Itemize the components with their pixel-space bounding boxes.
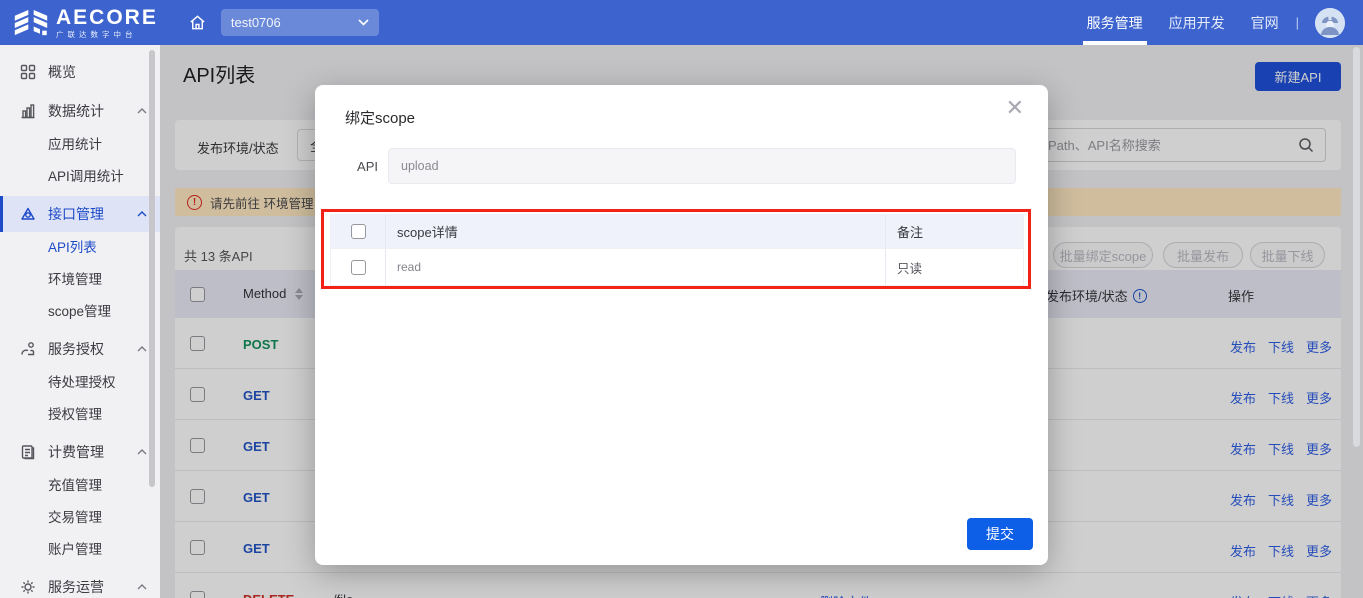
sidebar-item-api-call-stats[interactable]: API调用统计	[0, 161, 160, 193]
sidebar-item-auth-management[interactable]: 授权管理	[0, 399, 160, 431]
chevron-up-icon[interactable]	[137, 108, 147, 114]
sidebar-item-label: 数据统计	[48, 101, 104, 121]
api-field-label: API	[335, 159, 378, 174]
sidebar-item-scope-management[interactable]: scope管理	[0, 296, 160, 328]
avatar[interactable]	[1315, 8, 1345, 38]
nav-service-management[interactable]: 服务管理	[1074, 0, 1156, 45]
sidebar-item-service-auth[interactable]: 服务授权	[0, 331, 160, 367]
home-icon[interactable]	[188, 13, 207, 32]
workspace-select[interactable]: test0706	[221, 9, 379, 36]
chevron-down-icon	[358, 19, 369, 26]
chevron-up-icon[interactable]	[137, 211, 147, 217]
sidebar-item-env-management[interactable]: 环境管理	[0, 264, 160, 296]
api-field[interactable]	[388, 148, 1016, 184]
chevron-up-icon[interactable]	[137, 346, 147, 352]
top-header: AECORE 广联达数字中台 test0706 服务管理 应用开发 官网 |	[0, 0, 1363, 45]
brand-logo: AECORE 广联达数字中台	[13, 7, 158, 39]
scope-detail-cell: read	[386, 249, 886, 285]
sidebar-item-label: 接口管理	[48, 204, 104, 224]
scope-row-checkbox[interactable]	[351, 260, 366, 275]
content-scrollbar[interactable]	[1353, 47, 1360, 447]
service-auth-icon	[20, 341, 37, 358]
sidebar-item-service-ops[interactable]: 服务运营	[0, 569, 160, 598]
scope-table-header: scope详情 备注	[331, 215, 1023, 248]
logo-text: AECORE	[56, 7, 158, 28]
nav-divider: |	[1296, 15, 1299, 30]
chevron-up-icon[interactable]	[137, 449, 147, 455]
sidebar-item-label: 服务授权	[48, 339, 104, 359]
note-cell: 只读	[886, 249, 1023, 285]
workspace-select-value: test0706	[231, 15, 281, 30]
sidebar-item-label: 计费管理	[48, 442, 104, 462]
sidebar-item-label: 概览	[48, 62, 76, 82]
nav-official-site[interactable]: 官网	[1238, 0, 1292, 45]
header-nav: 服务管理 应用开发 官网 |	[1074, 0, 1351, 45]
sidebar-item-transactions[interactable]: 交易管理	[0, 502, 160, 534]
sidebar-item-overview[interactable]: 概览	[0, 54, 160, 90]
scope-table: scope详情 备注 read 只读	[330, 214, 1024, 286]
overview-icon	[20, 64, 37, 81]
submit-button[interactable]: 提交	[967, 518, 1033, 550]
column-header-scope-detail: scope详情	[386, 215, 886, 248]
sidebar-item-api-management[interactable]: 接口管理	[0, 196, 160, 232]
service-ops-icon	[20, 579, 37, 596]
api-management-icon	[20, 206, 37, 223]
sidebar-item-label: 服务运营	[48, 577, 104, 597]
scope-select-all-checkbox[interactable]	[351, 224, 366, 239]
sidebar-item-data-stats[interactable]: 数据统计	[0, 93, 160, 129]
scope-table-row: read 只读	[331, 248, 1023, 285]
aecore-logo-icon	[13, 7, 49, 39]
modal-title: 绑定scope	[345, 107, 415, 128]
billing-icon	[20, 444, 37, 461]
sidebar-item-recharge[interactable]: 充值管理	[0, 470, 160, 502]
sidebar-item-pending-auth[interactable]: 待处理授权	[0, 367, 160, 399]
nav-app-development[interactable]: 应用开发	[1156, 0, 1238, 45]
sidebar-item-accounts[interactable]: 账户管理	[0, 534, 160, 566]
bar-chart-icon	[20, 103, 37, 120]
sidebar-item-billing[interactable]: 计费管理	[0, 434, 160, 470]
sidebar: 概览 数据统计 应用统计 API调用统计 接口管理 API列表 环境管理 sco…	[0, 45, 160, 598]
logo-subtitle: 广联达数字中台	[56, 31, 158, 39]
column-header-note: 备注	[886, 215, 1023, 248]
bind-scope-modal: 绑定scope ✕ API scope详情 备注 read 只读 提交	[315, 85, 1048, 565]
sidebar-scrollbar[interactable]	[149, 50, 155, 487]
sidebar-item-api-list[interactable]: API列表	[0, 232, 160, 264]
sidebar-item-app-stats[interactable]: 应用统计	[0, 129, 160, 161]
chevron-up-icon[interactable]	[137, 584, 147, 590]
close-icon[interactable]: ✕	[1006, 97, 1024, 119]
